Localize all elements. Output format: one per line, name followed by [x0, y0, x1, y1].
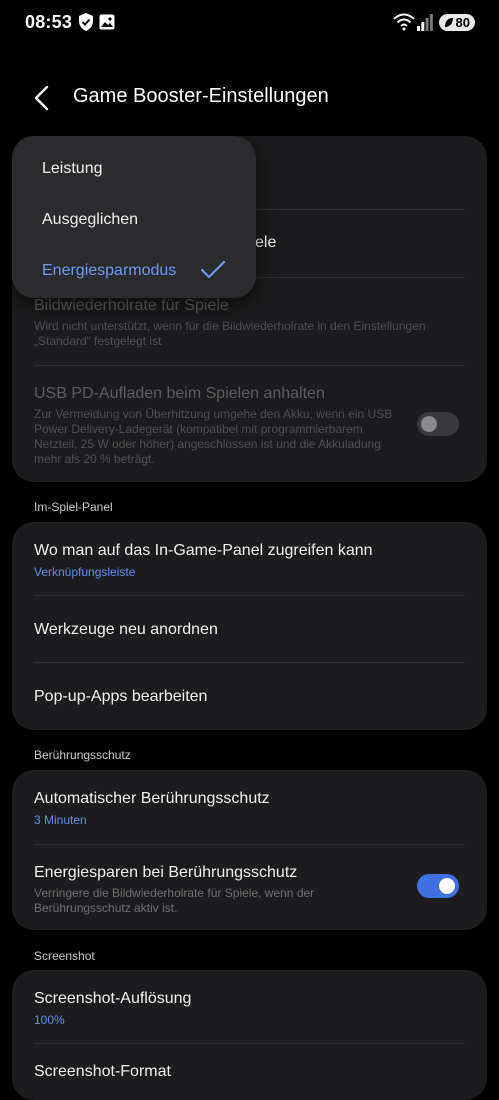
popup-apps-title: Pop-up-Apps bearbeiten [34, 688, 208, 705]
screenshot-resolution-title: Screenshot-Auflösung [34, 990, 192, 1007]
panel-access-row[interactable]: Wo man auf das In-Game-Panel zugreifen k… [34, 541, 461, 580]
refresh-rate-desc: Wird nicht unterstützt, wenn für die Bil… [34, 319, 426, 348]
option-ausgeglichen[interactable]: Ausgeglichen [42, 211, 138, 229]
shield-check-icon [79, 13, 93, 31]
screenshot-resolution-value: 100% [34, 1013, 65, 1027]
chevron-left-icon [34, 85, 49, 111]
back-button[interactable] [30, 84, 56, 112]
battery-level: 80 [455, 15, 470, 30]
option-energiesparmodus[interactable]: Energiesparmodus [42, 262, 176, 280]
divider [34, 595, 465, 596]
screenshot-format-row[interactable]: Screenshot-Format [34, 1062, 461, 1082]
divider [34, 1043, 465, 1044]
touch-card: Automatischer Berührungsschutz 3 Minuten… [12, 770, 487, 930]
divider [34, 662, 465, 663]
option-leistung[interactable]: Leistung [42, 160, 103, 178]
toggle-knob [421, 416, 437, 432]
page-title: Game Booster-Einstellungen [73, 85, 329, 107]
screenshot-format-title: Screenshot-Format [34, 1063, 171, 1080]
screenshot-resolution-row[interactable]: Screenshot-Auflösung 100% [34, 989, 461, 1028]
auto-touch-protection-row[interactable]: Automatischer Berührungsschutz 3 Minuten [34, 789, 461, 828]
clock: 08:53 [25, 12, 73, 32]
toggle-knob [439, 878, 455, 894]
rearrange-tools-title: Werkzeuge neu anordnen [34, 621, 218, 638]
refresh-rate-title: Bildwiederholrate für Spiele [34, 297, 229, 314]
checkmark-icon [200, 260, 226, 279]
leaf-icon [445, 18, 453, 27]
usb-pd-title: USB PD-Aufladen beim Spielen anhalten [34, 385, 325, 402]
power-save-touch-desc: Verringere die Bildwiederholrate für Spi… [34, 886, 315, 915]
usb-pd-desc: Zur Vermeidung von Überhitzung umgehe de… [34, 407, 393, 466]
divider [34, 365, 465, 366]
game-performance-row[interactable]: ele [255, 233, 461, 253]
refresh-rate-row[interactable]: Bildwiederholrate für Spiele Wird nicht … [34, 296, 461, 349]
power-save-touch-toggle[interactable] [417, 874, 459, 898]
power-save-touch-row[interactable]: Energiesparen bei Berührungsschutz Verri… [34, 863, 397, 916]
battery-indicator: 80 [439, 14, 475, 31]
usb-pd-toggle[interactable] [417, 412, 459, 436]
section-label-screenshot: Screenshot [34, 949, 95, 963]
status-bar: 08:53 80 [0, 0, 499, 46]
rearrange-tools-row[interactable]: Werkzeuge neu anordnen [34, 620, 461, 640]
section-label-touch: Berührungsschutz [34, 748, 131, 762]
wifi-icon [393, 13, 415, 31]
popup-apps-row[interactable]: Pop-up-Apps bearbeiten [34, 687, 461, 707]
performance-mode-dropdown: Leistung Ausgeglichen Energiesparmodus [12, 136, 256, 298]
panel-access-title: Wo man auf das In-Game-Panel zugreifen k… [34, 542, 373, 559]
screenshot-card: Screenshot-Auflösung 100% Screenshot-For… [12, 970, 487, 1100]
panel-card: Wo man auf das In-Game-Panel zugreifen k… [12, 522, 487, 730]
row-title-fragment: ele [255, 234, 277, 251]
panel-access-value: Verknüpfungsleiste [34, 565, 136, 579]
auto-touch-protection-value: 3 Minuten [34, 813, 87, 827]
section-label-panel: Im-Spiel-Panel [34, 500, 113, 514]
divider [34, 844, 465, 845]
usb-pd-row[interactable]: USB PD-Aufladen beim Spielen anhalten Zu… [34, 384, 397, 467]
image-icon [99, 14, 115, 30]
signal-icon [417, 14, 433, 31]
power-save-touch-title: Energiesparen bei Berührungsschutz [34, 864, 298, 881]
auto-touch-protection-title: Automatischer Berührungsschutz [34, 790, 270, 807]
